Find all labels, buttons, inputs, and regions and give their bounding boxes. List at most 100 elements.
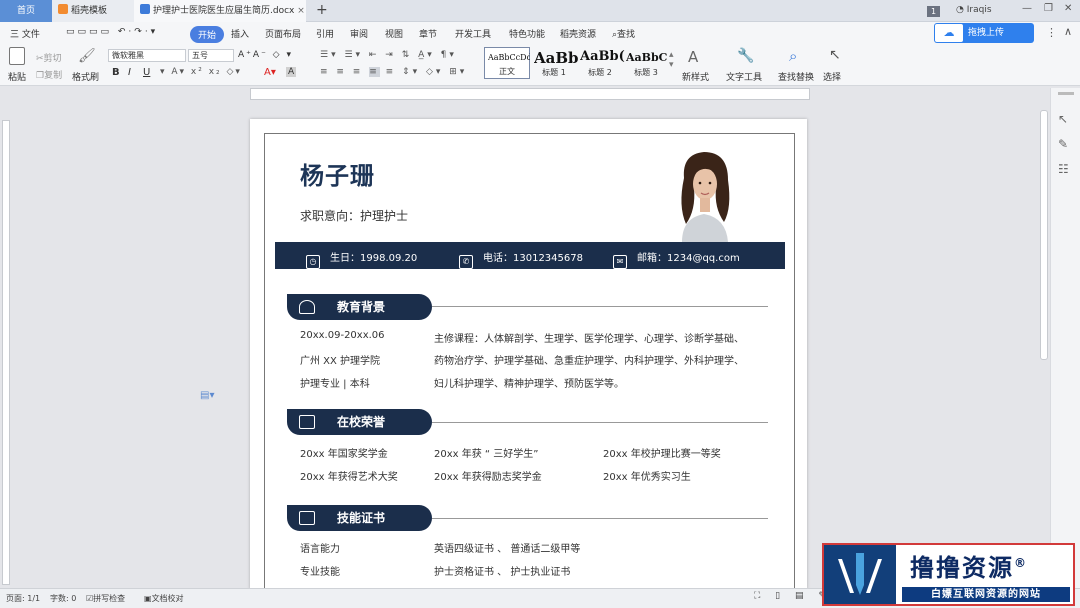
restore-icon[interactable]: ❐ xyxy=(1044,3,1053,14)
user-account[interactable]: ◔ Iraqis xyxy=(956,5,992,15)
paste-options-icon[interactable]: ▤▾ xyxy=(200,390,214,401)
pointer-icon[interactable]: ↖ xyxy=(1058,112,1068,126)
list-indent-icons[interactable]: ☰▾ ☰▾ ⇤ ⇥ ⇅ A̲▾ ¶▾ xyxy=(320,50,457,60)
resume-name: 杨子珊 xyxy=(300,162,375,190)
proof-icon: ▣ xyxy=(144,594,152,603)
spell-check-button[interactable]: ☑拼写检查 xyxy=(86,593,125,604)
italic-button[interactable]: I xyxy=(128,67,131,78)
tab-insert[interactable]: 插入 xyxy=(231,27,249,40)
email-info: ✉ 邮箱：1234@qq.com xyxy=(613,249,740,269)
vertical-scrollbar[interactable] xyxy=(1040,110,1048,360)
watermark-emblem-icon xyxy=(824,545,896,604)
tab-view[interactable]: 视图 xyxy=(385,27,403,40)
horizontal-ruler[interactable] xyxy=(250,88,810,100)
quick-access-icons[interactable]: ▭▭▭▭ ↶·↷·▾ xyxy=(66,27,158,37)
contact-info-bar: ◷ 生日：1998.09.20 ✆ 电话：13012345678 ✉ 邮箱：1234@… xyxy=(275,242,785,269)
settings-list-icon[interactable]: ☷ xyxy=(1058,162,1069,176)
tab-document-label: 护理护士医院医生应届生简历.docx xyxy=(153,6,295,16)
vertical-ruler[interactable] xyxy=(2,120,10,585)
section-education-header: 教育背景 xyxy=(287,294,432,320)
tab-template[interactable]: 稻壳模板 xyxy=(52,0,134,22)
style-heading-1[interactable]: AaBb 标题 1 xyxy=(531,47,579,79)
style-heading-3[interactable]: AaBbC 标题 3 xyxy=(623,47,669,79)
bold-button[interactable]: B xyxy=(112,67,120,78)
word-doc-icon xyxy=(140,4,150,14)
find-replace-icon: ⌕ xyxy=(789,47,798,65)
tab-document[interactable]: 护理护士医院医生应届生简历.docx × xyxy=(134,0,306,22)
edu-courses-line: 妇儿科护理学、精神护理学、预防医学等。 xyxy=(434,379,624,390)
copy-icon: ❐ xyxy=(36,71,45,81)
tab-docer-resources[interactable]: 稻壳资源 xyxy=(560,27,596,40)
tab-chapter[interactable]: 章节 xyxy=(419,27,437,40)
select-button[interactable]: 选择 xyxy=(823,70,841,83)
mail-icon: ✉ xyxy=(613,255,627,269)
edu-dates: 20xx.09-20xx.06 xyxy=(300,330,385,341)
copy-button[interactable]: ❐复制 xyxy=(36,68,62,81)
find-replace-button[interactable]: 查找替换 xyxy=(778,70,814,83)
format-painter-icon[interactable]: 🖌 xyxy=(78,48,96,64)
alignment-icons[interactable]: ≡ ≡ ≡ ≡ ≡ ⇕▾ ◇▾ ⊞▾ xyxy=(320,67,467,77)
close-tab-icon[interactable]: × xyxy=(297,6,305,16)
user-name: Iraqis xyxy=(966,5,992,15)
close-icon[interactable]: ✕ xyxy=(1064,3,1072,14)
clock-icon: ◷ xyxy=(306,255,320,269)
tab-references[interactable]: 引用 xyxy=(316,27,334,40)
cut-button[interactable]: ✂剪切 xyxy=(36,51,62,64)
id-card-icon xyxy=(299,511,315,525)
edu-school: 广州 XX 护理学院 xyxy=(300,356,381,367)
job-intent: 求职意向：护理护士 xyxy=(300,209,409,223)
underline-button[interactable]: U xyxy=(143,67,150,78)
watermark-logo: 撸撸资源® 白嫖互联网资源的网站 xyxy=(822,543,1075,606)
honor-item: 20xx 年获 “ 三好学生” xyxy=(434,449,539,460)
user-badge: 1 xyxy=(927,6,940,17)
honor-item: 20xx 年获得艺术大奖 xyxy=(300,472,398,483)
certificate-icon xyxy=(299,415,315,429)
more-icon[interactable]: ⋮ xyxy=(1046,26,1057,39)
file-menu[interactable]: 三 文件 xyxy=(10,27,40,40)
upload-button[interactable]: ☁ 拖拽上传 xyxy=(934,23,1034,43)
template-icon xyxy=(58,4,68,14)
profile-photo xyxy=(668,148,740,242)
font-color-icon[interactable]: A▾ xyxy=(264,67,276,78)
honor-item: 20xx 年国家奖学金 xyxy=(300,449,388,460)
char-shading-icon[interactable]: A xyxy=(286,67,297,77)
tab-review[interactable]: 审阅 xyxy=(350,27,368,40)
tab-home[interactable]: 首页 xyxy=(0,0,52,22)
add-tab-button[interactable]: + xyxy=(316,2,328,18)
edu-major: 护理专业 | 本科 xyxy=(300,379,370,390)
avatar-icon: ◔ xyxy=(956,5,964,15)
search-command[interactable]: ⌕查找 xyxy=(612,27,635,40)
tab-start[interactable]: 开始 xyxy=(190,26,225,43)
birth-info: ◷ 生日：1998.09.20 xyxy=(306,249,417,269)
font-grow-shrink-icons[interactable]: A⁺A⁻ ◇ ▾ xyxy=(238,50,293,60)
new-style-button[interactable]: 新样式 xyxy=(682,70,709,83)
proofread-button[interactable]: ▣文档校对 xyxy=(144,593,184,604)
honor-item: 20xx 年校护理比赛一等奖 xyxy=(603,449,721,460)
tab-page-layout[interactable]: 页面布局 xyxy=(265,27,301,40)
paste-label[interactable]: 粘贴 xyxy=(8,70,26,83)
page-count[interactable]: 页面: 1/1 xyxy=(6,593,40,604)
skill-detail: 英语四级证书 、 普通话二级甲等 xyxy=(434,544,581,555)
text-tools-button[interactable]: 文字工具 xyxy=(726,70,762,83)
section-skills-header: 技能证书 xyxy=(287,505,432,531)
edu-courses-line: 药物治疗学、护理学基础、急重症护理学、内科护理学、外科护理学、 xyxy=(434,356,744,367)
style-heading-2[interactable]: AaBb(标题 2 xyxy=(577,47,625,79)
pen-icon[interactable]: ✎ xyxy=(1058,137,1068,151)
section-divider xyxy=(432,422,768,423)
section-honors-header: 在校荣誉 xyxy=(287,409,432,435)
phone-info: ✆ 电话：13012345678 xyxy=(459,249,583,269)
panel-handle-icon[interactable] xyxy=(1058,92,1074,95)
styles-scroll-icon[interactable]: ▴ ▾ xyxy=(669,50,674,70)
font-size-select[interactable]: 五号 xyxy=(188,49,234,62)
collapse-ribbon-icon[interactable]: ∧ xyxy=(1064,25,1072,38)
font-effects-icons[interactable]: ▾ A▾ x² x₂ ◇▾ xyxy=(160,67,242,77)
minimize-icon[interactable]: — xyxy=(1022,3,1032,14)
format-painter-label[interactable]: 格式刷 xyxy=(72,70,99,83)
style-normal[interactable]: AaBbCcDd 正文 xyxy=(484,47,530,79)
tab-developer[interactable]: 开发工具 xyxy=(455,27,491,40)
word-count[interactable]: 字数: 0 xyxy=(50,593,76,604)
paste-icon[interactable] xyxy=(9,47,25,65)
skill-category: 专业技能 xyxy=(300,567,340,578)
tab-features[interactable]: 特色功能 xyxy=(509,27,545,40)
font-name-select[interactable]: 微软雅黑 xyxy=(108,49,186,62)
